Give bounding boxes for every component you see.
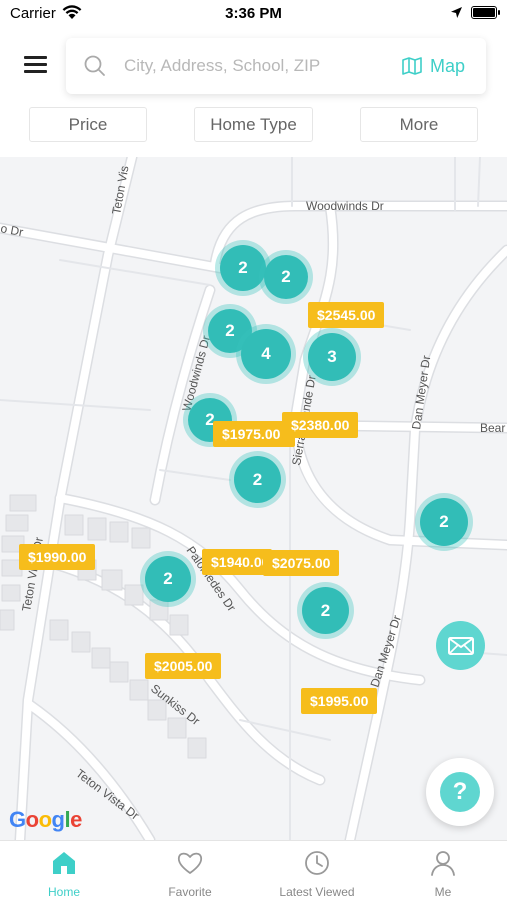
price-pin[interactable]: $1940.00	[202, 549, 272, 575]
help-icon: ?	[440, 772, 480, 812]
status-bar: Carrier 3:36 PM	[0, 0, 507, 28]
filter-more-button[interactable]: More	[360, 107, 478, 142]
street-label: Woodwinds Dr	[306, 199, 384, 213]
help-button[interactable]: ?	[426, 758, 494, 826]
listing-cluster[interactable]: 2	[229, 451, 286, 508]
google-logo: Google	[9, 807, 82, 832]
price-pin[interactable]: $1990.00	[19, 544, 96, 570]
price-pin[interactable]: $2075.00	[263, 550, 340, 576]
price-pin[interactable]: $1995.00	[301, 688, 378, 714]
map-view[interactable]: Teton Vis o Dr Woodwinds Dr Woodwinds Dr…	[0, 157, 507, 840]
message-button[interactable]	[436, 621, 485, 670]
tab-latest-viewed[interactable]: Latest Viewed	[254, 849, 380, 899]
person-icon	[431, 851, 455, 876]
street-label: o Dr	[0, 221, 24, 239]
menu-icon	[24, 56, 47, 59]
tab-me[interactable]: Me	[380, 849, 506, 899]
tab-favorite-label: Favorite	[168, 885, 212, 899]
search-bar: Map	[66, 38, 486, 94]
listing-cluster[interactable]: 4	[236, 324, 296, 384]
tab-me-label: Me	[434, 885, 452, 899]
map-toggle-label: Map	[430, 55, 466, 76]
clock-icon	[305, 851, 329, 875]
search-icon	[84, 55, 105, 76]
heart-icon	[177, 852, 203, 874]
listing-cluster[interactable]: 2	[259, 250, 313, 304]
home-icon	[53, 852, 75, 874]
tab-home-label: Home	[47, 885, 80, 899]
filter-price-button[interactable]: Price	[29, 107, 147, 142]
search-input[interactable]	[124, 52, 364, 80]
listing-cluster[interactable]: 2	[415, 493, 473, 551]
map-toggle-button[interactable]: Map	[402, 52, 465, 80]
tab-bar: Home Favorite Latest Viewed Me	[0, 840, 507, 900]
listing-cluster[interactable]: 2	[297, 582, 354, 639]
map-icon	[402, 57, 422, 75]
price-pin[interactable]: $2545.00	[308, 302, 385, 328]
clock-time: 3:36 PM	[225, 5, 282, 22]
listing-cluster[interactable]: 2	[140, 551, 196, 607]
price-pin[interactable]: $2005.00	[145, 653, 222, 679]
street-label: Dan Meyer Dr	[409, 355, 433, 431]
menu-button[interactable]	[24, 54, 50, 76]
tab-favorite[interactable]: Favorite	[127, 849, 253, 899]
location-arrow-icon	[451, 7, 462, 18]
mail-icon	[447, 636, 474, 655]
tab-home[interactable]: Home	[1, 849, 127, 899]
price-pin[interactable]: $2380.00	[282, 412, 359, 438]
tab-latest-viewed-label: Latest Viewed	[279, 885, 355, 899]
listing-cluster[interactable]: 3	[303, 328, 361, 386]
street-label: Bear	[480, 421, 505, 435]
battery-icon	[471, 6, 500, 19]
filter-home-type-button[interactable]: Home Type	[194, 107, 313, 142]
